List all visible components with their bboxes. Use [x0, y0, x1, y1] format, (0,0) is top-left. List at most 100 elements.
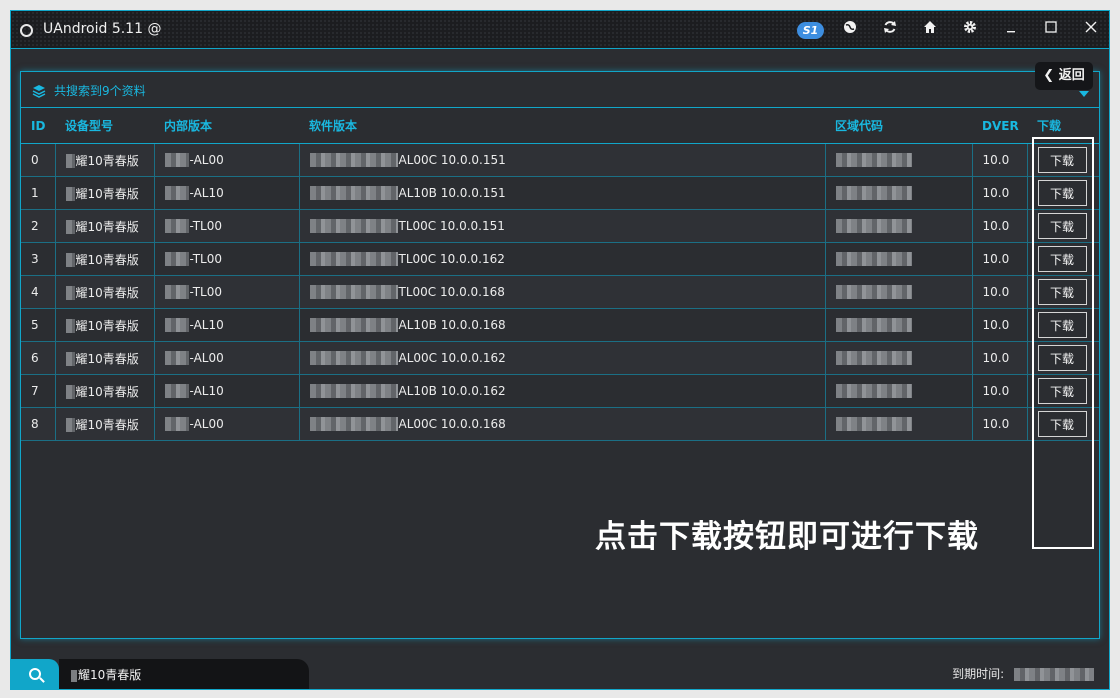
cell-internal-version: -AL00: [153, 341, 299, 375]
cell-download: 下载: [1026, 374, 1099, 408]
redacted-mark: [309, 186, 398, 201]
cell-internal-version: -TL00: [153, 209, 299, 243]
minimize-icon[interactable]: [1001, 20, 1021, 40]
refresh-icon[interactable]: [880, 20, 900, 40]
cell-download: 下载: [1026, 407, 1099, 441]
search-input[interactable]: 耀10青春版: [59, 659, 309, 689]
caret-down-icon[interactable]: [1079, 91, 1089, 97]
header-internal-version: 内部版本: [154, 108, 299, 144]
results-table: ID 设备型号 内部版本 软件版本 区域代码 DVER 下载 0 耀10青春版 -A…: [21, 108, 1099, 441]
header-region-code: 区域代码: [825, 108, 972, 144]
table-row: 2 耀10青春版 -TL00 TL00C 10.0.0.151 10.0 下载: [21, 209, 1099, 243]
cell-dver: 10.0: [971, 143, 1027, 177]
redacted-mark: [164, 417, 189, 432]
cell-id: 8: [21, 407, 55, 441]
panel-title: 共搜索到9个资料: [54, 84, 146, 98]
chevron-left-icon: ❮: [1043, 68, 1055, 83]
redacted-mark: [835, 384, 912, 399]
cell-region-code: [824, 176, 972, 210]
cell-dver: 10.0: [971, 374, 1027, 408]
cell-region-code: [824, 143, 972, 177]
redacted-mark: [65, 352, 75, 366]
cell-software-version: AL00C 10.0.0.151: [298, 143, 825, 177]
table-header-row: ID 设备型号 内部版本 软件版本 区域代码 DVER 下载: [21, 108, 1099, 144]
maximize-icon[interactable]: [1041, 20, 1061, 40]
gear-icon[interactable]: [960, 20, 980, 40]
cell-internal-version: -AL10: [153, 176, 299, 210]
table-row: 1 耀10青春版 -AL10 AL10B 10.0.0.151 10.0 下载: [21, 176, 1099, 210]
cell-software-version: AL10B 10.0.0.162: [298, 374, 825, 408]
cell-id: 0: [21, 143, 55, 177]
cell-region-code: [824, 407, 972, 441]
header-software-version: 软件版本: [299, 108, 825, 144]
download-button[interactable]: 下载: [1037, 312, 1087, 338]
redacted-mark: [309, 417, 398, 432]
cell-region-code: [824, 308, 972, 342]
table-row: 0 耀10青春版 -AL00 AL00C 10.0.0.151 10.0 下载: [21, 143, 1099, 177]
redacted-mark: [65, 418, 75, 432]
app-window: UAndroid 5.11 @ S1 ❮ 返回 共搜索到9个资料 ID 设备型号…: [10, 10, 1110, 690]
download-button[interactable]: 下载: [1037, 213, 1087, 239]
redacted-mark: [835, 417, 912, 432]
app-logo-icon: [20, 24, 33, 37]
globe-icon[interactable]: [840, 20, 860, 40]
s1-badge[interactable]: S1: [797, 22, 824, 39]
redacted-mark: [65, 319, 75, 333]
cell-device-model: 耀10青春版: [54, 407, 154, 441]
cell-download: 下载: [1026, 143, 1099, 177]
download-button[interactable]: 下载: [1037, 345, 1087, 371]
download-button[interactable]: 下载: [1037, 246, 1087, 272]
close-icon[interactable]: [1081, 20, 1101, 40]
cell-internal-version: -TL00: [153, 242, 299, 276]
header-download: 下载: [1027, 108, 1099, 144]
home-icon[interactable]: [920, 20, 940, 40]
download-button[interactable]: 下载: [1037, 180, 1087, 206]
download-button[interactable]: 下载: [1037, 147, 1087, 173]
cell-internal-version: -AL00: [153, 143, 299, 177]
table-row: 7 耀10青春版 -AL10 AL10B 10.0.0.162 10.0 下载: [21, 374, 1099, 408]
back-button[interactable]: ❮ 返回: [1035, 62, 1093, 90]
redacted-mark: [65, 154, 75, 168]
cell-software-version: AL10B 10.0.0.168: [298, 308, 825, 342]
redacted-mark: [65, 253, 75, 267]
download-button[interactable]: 下载: [1037, 279, 1087, 305]
redacted-mark: [164, 219, 189, 234]
table-row: 5 耀10青春版 -AL10 AL10B 10.0.0.168 10.0 下载: [21, 308, 1099, 342]
expiry-label: 到期时间:: [952, 667, 1005, 681]
redacted-mark: [309, 351, 398, 366]
redacted-mark: [835, 219, 912, 234]
cell-dver: 10.0: [971, 341, 1027, 375]
layers-icon: [32, 83, 46, 98]
expiry-value-redacted: [1014, 668, 1094, 681]
search-value: 耀10青春版: [78, 668, 142, 682]
cell-software-version: AL00C 10.0.0.162: [298, 341, 825, 375]
cell-region-code: [824, 209, 972, 243]
cell-region-code: [824, 341, 972, 375]
redacted-mark: [164, 153, 189, 168]
cell-internal-version: -TL00: [153, 275, 299, 309]
cell-software-version: AL10B 10.0.0.151: [298, 176, 825, 210]
redacted-mark: [309, 252, 398, 267]
redacted-mark: [835, 285, 912, 300]
redacted-mark: [835, 186, 912, 201]
panel-header: 共搜索到9个资料: [21, 72, 1099, 108]
cell-dver: 10.0: [971, 176, 1027, 210]
redacted-mark: [309, 153, 398, 168]
cell-device-model: 耀10青春版: [54, 242, 154, 276]
redacted-mark: [164, 384, 189, 399]
header-dver: DVER: [972, 108, 1027, 144]
cell-dver: 10.0: [971, 407, 1027, 441]
cell-device-model: 耀10青春版: [54, 176, 154, 210]
cell-id: 1: [21, 176, 55, 210]
search-button[interactable]: [11, 659, 59, 689]
title-bar: UAndroid 5.11 @ S1: [11, 11, 1109, 49]
cell-internal-version: -AL10: [153, 374, 299, 408]
download-button[interactable]: 下载: [1037, 378, 1087, 404]
cell-software-version: TL00C 10.0.0.151: [298, 209, 825, 243]
download-button[interactable]: 下载: [1037, 411, 1087, 437]
cell-device-model: 耀10青春版: [54, 308, 154, 342]
redacted-mark: [309, 285, 398, 300]
redacted-mark: [164, 351, 189, 366]
redacted-mark: [309, 384, 398, 399]
redacted-mark: [65, 385, 75, 399]
